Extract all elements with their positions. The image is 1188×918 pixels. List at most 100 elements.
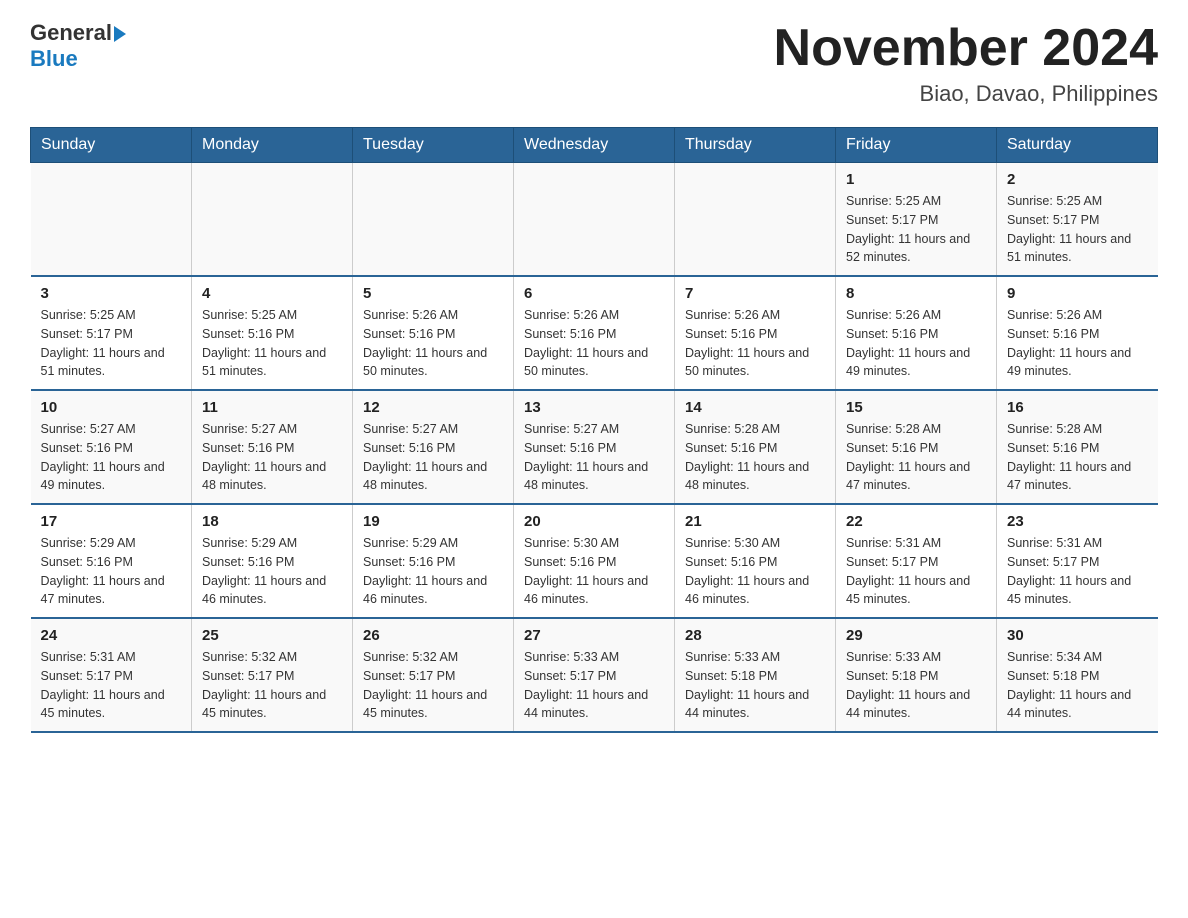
day-number: 22 — [846, 513, 986, 530]
day-number: 27 — [524, 627, 664, 644]
day-number: 20 — [524, 513, 664, 530]
day-number: 12 — [363, 399, 503, 416]
day-info: Sunrise: 5:26 AM Sunset: 5:16 PM Dayligh… — [685, 306, 825, 381]
calendar-cell — [353, 163, 514, 277]
day-number: 14 — [685, 399, 825, 416]
day-number: 2 — [1007, 171, 1148, 188]
col-thursday: Thursday — [675, 128, 836, 163]
col-tuesday: Tuesday — [353, 128, 514, 163]
day-number: 25 — [202, 627, 342, 644]
day-info: Sunrise: 5:25 AM Sunset: 5:17 PM Dayligh… — [846, 192, 986, 267]
calendar-cell: 14 Sunrise: 5:28 AM Sunset: 5:16 PM Dayli… — [675, 390, 836, 504]
calendar-cell: 21Sunrise: 5:30 AM Sunset: 5:16 PM Dayli… — [675, 504, 836, 618]
col-friday: Friday — [836, 128, 997, 163]
col-monday: Monday — [192, 128, 353, 163]
day-info: Sunrise: 5:32 AM Sunset: 5:17 PM Dayligh… — [363, 648, 503, 723]
logo-arrow-icon — [114, 26, 126, 42]
calendar-week-row: 1 Sunrise: 5:25 AM Sunset: 5:17 PM Daylig… — [31, 163, 1158, 277]
day-number: 28 — [685, 627, 825, 644]
header-row: Sunday Monday Tuesday Wednesday Thursday… — [31, 128, 1158, 163]
day-number: 16 — [1007, 399, 1148, 416]
calendar-cell: 7 Sunrise: 5:26 AM Sunset: 5:16 PM Daylig… — [675, 276, 836, 390]
page-header: General Blue November 2024 Biao, Davao, … — [30, 20, 1158, 107]
calendar-cell — [192, 163, 353, 277]
calendar-cell: 17 Sunrise: 5:29 AM Sunset: 5:16 PM Dayli… — [31, 504, 192, 618]
day-number: 7 — [685, 285, 825, 302]
calendar-week-row: 10 Sunrise: 5:27 AM Sunset: 5:16 PM Dayli… — [31, 390, 1158, 504]
calendar-cell — [31, 163, 192, 277]
logo-blue-text: Blue — [30, 46, 78, 72]
calendar-cell: 20Sunrise: 5:30 AM Sunset: 5:16 PM Dayli… — [514, 504, 675, 618]
calendar-cell: 4 Sunrise: 5:25 AM Sunset: 5:16 PM Daylig… — [192, 276, 353, 390]
calendar-cell: 1 Sunrise: 5:25 AM Sunset: 5:17 PM Daylig… — [836, 163, 997, 277]
day-info: Sunrise: 5:25 AM Sunset: 5:17 PM Dayligh… — [41, 306, 182, 381]
day-info: Sunrise: 5:27 AM Sunset: 5:16 PM Dayligh… — [41, 420, 182, 495]
calendar-week-row: 3 Sunrise: 5:25 AM Sunset: 5:17 PM Daylig… — [31, 276, 1158, 390]
day-number: 9 — [1007, 285, 1148, 302]
calendar-cell: 8 Sunrise: 5:26 AM Sunset: 5:16 PM Daylig… — [836, 276, 997, 390]
logo: General Blue — [30, 20, 126, 72]
calendar-cell: 2Sunrise: 5:25 AM Sunset: 5:17 PM Daylig… — [997, 163, 1158, 277]
calendar-cell — [675, 163, 836, 277]
calendar-cell: 5Sunrise: 5:26 AM Sunset: 5:16 PM Daylig… — [353, 276, 514, 390]
main-title: November 2024 — [774, 20, 1158, 77]
day-info: Sunrise: 5:29 AM Sunset: 5:16 PM Dayligh… — [202, 534, 342, 609]
day-number: 24 — [41, 627, 182, 644]
calendar-cell: 15 Sunrise: 5:28 AM Sunset: 5:16 PM Dayli… — [836, 390, 997, 504]
calendar-cell: 9Sunrise: 5:26 AM Sunset: 5:16 PM Daylig… — [997, 276, 1158, 390]
day-info: Sunrise: 5:28 AM Sunset: 5:16 PM Dayligh… — [1007, 420, 1148, 495]
day-info: Sunrise: 5:28 AM Sunset: 5:16 PM Dayligh… — [685, 420, 825, 495]
col-wednesday: Wednesday — [514, 128, 675, 163]
calendar-cell: 30Sunrise: 5:34 AM Sunset: 5:18 PM Dayli… — [997, 618, 1158, 732]
day-number: 8 — [846, 285, 986, 302]
calendar-table: Sunday Monday Tuesday Wednesday Thursday… — [30, 127, 1158, 733]
day-info: Sunrise: 5:31 AM Sunset: 5:17 PM Dayligh… — [1007, 534, 1148, 609]
col-sunday: Sunday — [31, 128, 192, 163]
calendar-cell: 29 Sunrise: 5:33 AM Sunset: 5:18 PM Dayli… — [836, 618, 997, 732]
day-info: Sunrise: 5:26 AM Sunset: 5:16 PM Dayligh… — [846, 306, 986, 381]
calendar-cell: 19 Sunrise: 5:29 AM Sunset: 5:16 PM Dayli… — [353, 504, 514, 618]
day-number: 6 — [524, 285, 664, 302]
calendar-week-row: 17 Sunrise: 5:29 AM Sunset: 5:16 PM Dayli… — [31, 504, 1158, 618]
day-info: Sunrise: 5:27 AM Sunset: 5:16 PM Dayligh… — [202, 420, 342, 495]
day-number: 10 — [41, 399, 182, 416]
day-number: 26 — [363, 627, 503, 644]
day-info: Sunrise: 5:33 AM Sunset: 5:18 PM Dayligh… — [846, 648, 986, 723]
day-info: Sunrise: 5:33 AM Sunset: 5:18 PM Dayligh… — [685, 648, 825, 723]
day-number: 29 — [846, 627, 986, 644]
day-info: Sunrise: 5:31 AM Sunset: 5:17 PM Dayligh… — [846, 534, 986, 609]
calendar-cell — [514, 163, 675, 277]
calendar-cell: 12 Sunrise: 5:27 AM Sunset: 5:16 PM Dayli… — [353, 390, 514, 504]
day-info: Sunrise: 5:27 AM Sunset: 5:16 PM Dayligh… — [524, 420, 664, 495]
calendar-cell: 11Sunrise: 5:27 AM Sunset: 5:16 PM Dayli… — [192, 390, 353, 504]
day-number: 4 — [202, 285, 342, 302]
day-info: Sunrise: 5:32 AM Sunset: 5:17 PM Dayligh… — [202, 648, 342, 723]
day-number: 17 — [41, 513, 182, 530]
calendar-cell: 16 Sunrise: 5:28 AM Sunset: 5:16 PM Dayli… — [997, 390, 1158, 504]
day-number: 19 — [363, 513, 503, 530]
logo-text: General — [30, 20, 126, 46]
calendar-cell: 23 Sunrise: 5:31 AM Sunset: 5:17 PM Dayli… — [997, 504, 1158, 618]
calendar-cell: 25 Sunrise: 5:32 AM Sunset: 5:17 PM Dayli… — [192, 618, 353, 732]
day-info: Sunrise: 5:25 AM Sunset: 5:16 PM Dayligh… — [202, 306, 342, 381]
calendar-cell: 24Sunrise: 5:31 AM Sunset: 5:17 PM Dayli… — [31, 618, 192, 732]
day-info: Sunrise: 5:34 AM Sunset: 5:18 PM Dayligh… — [1007, 648, 1148, 723]
day-info: Sunrise: 5:26 AM Sunset: 5:16 PM Dayligh… — [524, 306, 664, 381]
day-info: Sunrise: 5:29 AM Sunset: 5:16 PM Dayligh… — [41, 534, 182, 609]
day-number: 21 — [685, 513, 825, 530]
day-info: Sunrise: 5:33 AM Sunset: 5:17 PM Dayligh… — [524, 648, 664, 723]
day-info: Sunrise: 5:29 AM Sunset: 5:16 PM Dayligh… — [363, 534, 503, 609]
logo-general-text: General — [30, 20, 112, 46]
day-info: Sunrise: 5:28 AM Sunset: 5:16 PM Dayligh… — [846, 420, 986, 495]
day-number: 15 — [846, 399, 986, 416]
title-block: November 2024 Biao, Davao, Philippines — [774, 20, 1158, 107]
calendar-header: Sunday Monday Tuesday Wednesday Thursday… — [31, 128, 1158, 163]
calendar-cell: 27 Sunrise: 5:33 AM Sunset: 5:17 PM Dayli… — [514, 618, 675, 732]
day-number: 23 — [1007, 513, 1148, 530]
calendar-body: 1 Sunrise: 5:25 AM Sunset: 5:17 PM Daylig… — [31, 163, 1158, 733]
calendar-cell: 28 Sunrise: 5:33 AM Sunset: 5:18 PM Dayli… — [675, 618, 836, 732]
day-number: 1 — [846, 171, 986, 188]
day-info: Sunrise: 5:27 AM Sunset: 5:16 PM Dayligh… — [363, 420, 503, 495]
day-number: 3 — [41, 285, 182, 302]
calendar-cell: 6 Sunrise: 5:26 AM Sunset: 5:16 PM Daylig… — [514, 276, 675, 390]
